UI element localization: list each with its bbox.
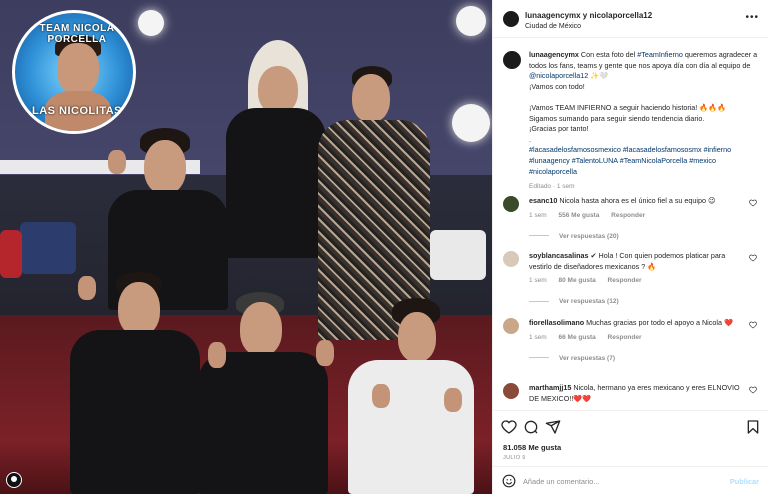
comment: soyblancasalinas ✔ Hola ! Con quien pode… bbox=[503, 251, 759, 305]
caption-line: Sigamos sumando para seguir siendo tende… bbox=[529, 113, 705, 123]
comment-text: Muchas gracias por todo el apoyo a Nicol… bbox=[584, 318, 733, 327]
comment-likes[interactable]: 80 Me gusta bbox=[559, 277, 596, 284]
photo-cushion bbox=[430, 230, 486, 280]
comment-time: 1 sem bbox=[529, 211, 547, 219]
heart-icon[interactable] bbox=[749, 321, 757, 329]
heart-icon[interactable] bbox=[501, 419, 517, 435]
badge-bottom-text: LAS NICOLITAS bbox=[31, 105, 122, 117]
comment-likes[interactable]: 66 Me gusta bbox=[559, 334, 596, 341]
avatar[interactable] bbox=[503, 383, 519, 399]
photo-lamp bbox=[456, 6, 486, 36]
more-options-icon[interactable]: ••• bbox=[745, 12, 759, 23]
caption-text: Con esta foto del bbox=[578, 50, 638, 59]
caption-username[interactable]: lunaagencymx bbox=[529, 50, 579, 59]
avatar[interactable] bbox=[503, 318, 519, 334]
comment: fiorellasolimano Muchas gracias por todo… bbox=[503, 318, 759, 362]
heart-icon[interactable] bbox=[749, 386, 757, 394]
comment-username[interactable]: soyblancasalinas bbox=[529, 251, 589, 260]
post-author-link[interactable]: lunaagencymx y nicolaporcella12 bbox=[525, 11, 652, 20]
caption-line: ¡Gracias por tanto! bbox=[529, 124, 589, 134]
reply-button[interactable]: Responder bbox=[608, 277, 642, 284]
hashtags-link[interactable]: #lacasadelosfamososmexico #lacasadelosfa… bbox=[529, 145, 731, 175]
avatar[interactable] bbox=[503, 196, 519, 212]
post-side-panel: lunaagencymx y nicolaporcella12 Ciudad d… bbox=[492, 0, 768, 494]
bookmark-icon[interactable] bbox=[745, 419, 761, 435]
comment-input[interactable] bbox=[523, 473, 723, 489]
photo-lamp bbox=[138, 10, 164, 36]
add-comment-bar: Publicar bbox=[493, 466, 768, 494]
reply-button[interactable]: Responder bbox=[608, 334, 642, 341]
photo-lamp bbox=[452, 104, 490, 142]
likes-count[interactable]: 81.058 Me gusta bbox=[503, 443, 561, 452]
post-caption: lunaagencymx Con esta foto del #TeamInfi… bbox=[503, 50, 759, 190]
badge-top-text: TEAM NICOLA PORCELLA bbox=[39, 23, 115, 45]
caption-line: ¡Vamos con todo! bbox=[529, 81, 585, 91]
team-badge-logo: TEAM NICOLA PORCELLA LAS NICOLITAS bbox=[12, 10, 136, 134]
avatar[interactable] bbox=[503, 51, 521, 69]
caption-line: ¡Vamos TEAM INFIERNO a seguir haciendo h… bbox=[529, 102, 727, 112]
emoji-icon[interactable] bbox=[502, 474, 516, 488]
post-location-link[interactable]: Ciudad de México bbox=[525, 23, 581, 30]
comment-time: 1 sem bbox=[529, 277, 547, 285]
comment-username[interactable]: fiorellasolimano bbox=[529, 318, 584, 327]
view-replies-button[interactable]: Ver respuestas (20) bbox=[529, 233, 759, 240]
comment: esanc10 Nicola hasta ahora es el único f… bbox=[503, 196, 759, 240]
view-replies-button[interactable]: Ver respuestas (7) bbox=[529, 355, 759, 362]
avatar[interactable] bbox=[503, 11, 519, 27]
comments-scroll-area[interactable]: lunaagencymx Con esta foto del #TeamInfi… bbox=[493, 38, 768, 410]
post-header: lunaagencymx y nicolaporcella12 Ciudad d… bbox=[493, 0, 768, 38]
photo-cushion bbox=[20, 222, 76, 274]
caption-text: ✨🤍 bbox=[588, 71, 609, 81]
post-date[interactable]: JULIO 9 bbox=[503, 455, 526, 461]
caption-line: . bbox=[529, 134, 531, 144]
heart-icon[interactable] bbox=[749, 199, 757, 207]
avatar[interactable] bbox=[503, 251, 519, 267]
comment-username[interactable]: marthamjj15 bbox=[529, 383, 571, 392]
comment-time: 1 sem bbox=[529, 333, 547, 341]
photo-cushion bbox=[0, 230, 22, 278]
comment-icon[interactable] bbox=[523, 419, 539, 435]
heart-icon[interactable] bbox=[749, 254, 757, 262]
reply-button[interactable]: Responder bbox=[611, 212, 645, 219]
view-replies-button[interactable]: Ver respuestas (12) bbox=[529, 298, 759, 305]
publish-button[interactable]: Publicar bbox=[730, 477, 759, 486]
post-actions-bar: 81.058 Me gusta JULIO 9 bbox=[493, 410, 768, 470]
share-icon[interactable] bbox=[545, 419, 561, 435]
tagged-user-icon[interactable] bbox=[6, 472, 22, 488]
post-photo[interactable]: TEAM NICOLA PORCELLA LAS NICOLITAS bbox=[0, 0, 492, 494]
hashtag-link[interactable]: #TeamInfierno bbox=[637, 50, 683, 59]
comment: marthamjj15 Nicola, hermano ya eres mexi… bbox=[503, 383, 759, 404]
caption-meta: Editado · 1 sem bbox=[529, 183, 575, 191]
comment-username[interactable]: esanc10 bbox=[529, 196, 557, 205]
comment-text: Nicola hasta ahora es el único fiel a su… bbox=[557, 196, 716, 205]
comment-likes[interactable]: 556 Me gusta bbox=[559, 212, 600, 219]
mention-link[interactable]: @nicolaporcella12 bbox=[529, 71, 588, 80]
